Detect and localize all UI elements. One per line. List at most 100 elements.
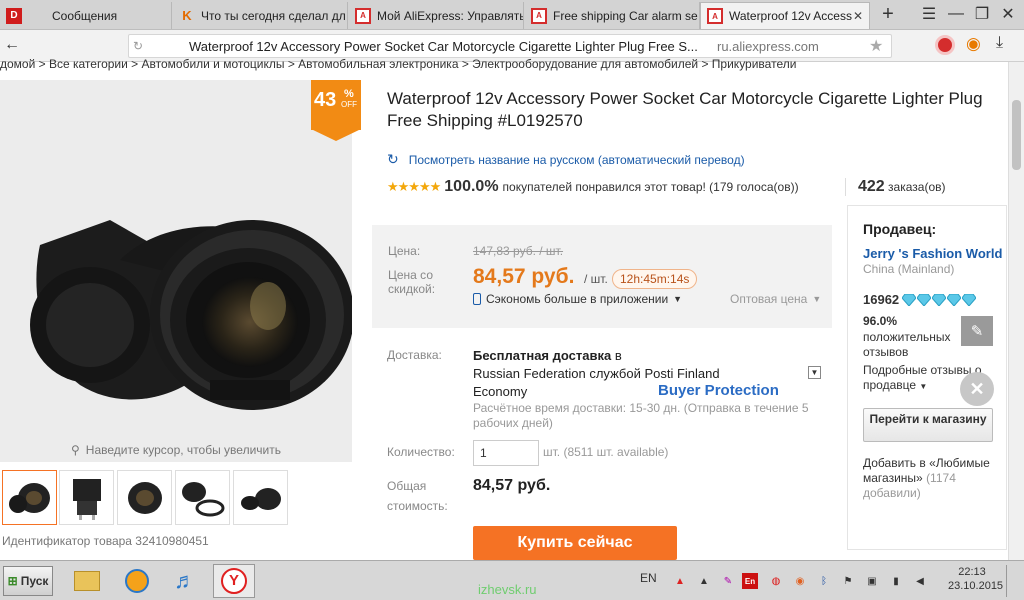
- delivery-time: Расчётное время доставки: 15-30 дн. (Отп…: [473, 401, 809, 430]
- tab-label: Мой AliExpress: Управлять: [377, 8, 524, 23]
- tray-icon-2[interactable]: ▲: [696, 573, 712, 589]
- free-shipping: Бесплатная доставка: [473, 348, 612, 363]
- app-savings-link[interactable]: Сэкономь больше в приложении ▼: [473, 292, 682, 306]
- quantity-available: шт. (8511 шт. available): [543, 445, 669, 459]
- add-favorite-store[interactable]: Добавить в «Любимые магазины» (1174 доба…: [863, 456, 993, 501]
- seller-score: 16962: [863, 292, 900, 307]
- tray-icon-6[interactable]: ◉: [792, 573, 808, 589]
- main-product-image[interactable]: [0, 80, 354, 462]
- bluetooth-icon[interactable]: ᛒ: [816, 573, 832, 589]
- start-button[interactable]: ⊞ Пуск: [3, 566, 53, 596]
- taskbar: ⊞ Пуск ♬ Y izhevsk.ru EN ▲ ▲ ✎ En ◍ ◉ ᛒ ⚑…: [0, 560, 1024, 600]
- network-icon[interactable]: ▮: [888, 573, 904, 589]
- tray-icon-5[interactable]: ◍: [768, 573, 784, 589]
- dnevnik-favicon-icon: D: [6, 7, 22, 24]
- tab-car-alarm[interactable]: A Free shipping Car alarm se: [525, 2, 700, 29]
- page-scrollbar[interactable]: [1008, 62, 1024, 560]
- seller-name[interactable]: Jerry 's Fashion World: [863, 246, 1002, 261]
- close-tab-icon[interactable]: ✕: [853, 9, 863, 23]
- clock[interactable]: 22:13 23.10.2015: [948, 565, 1003, 593]
- translate-text: Посмотреть название на русском (автомати…: [408, 152, 745, 167]
- language-indicator[interactable]: EN: [640, 571, 657, 585]
- total-price: 84,57 руб.: [473, 477, 551, 494]
- watermark: izhevsk.ru: [478, 582, 537, 597]
- shipping-dropdown-icon[interactable]: ▼: [808, 366, 821, 379]
- tab-messages[interactable]: D Сообщения: [0, 2, 172, 29]
- aliexpress-favicon-icon: A: [355, 7, 371, 24]
- volume-app-icon[interactable]: ♬: [164, 564, 206, 598]
- price-box: Цена: 147,83 руб. / шт. Цена со скидкой:…: [372, 225, 832, 328]
- bell-icon[interactable]: ◉: [966, 34, 981, 54]
- download-icon[interactable]: ⤓: [996, 34, 1003, 52]
- discount-badge-tail: [311, 129, 361, 141]
- restore-icon[interactable]: ❐: [970, 3, 994, 25]
- page-title-in-url: Waterproof 12v Accessory Power Socket Ca…: [189, 39, 698, 54]
- orders-count: 422: [858, 178, 885, 195]
- tray-icon-3[interactable]: ✎: [720, 573, 736, 589]
- url-field[interactable]: ↻ Waterproof 12v Accessory Power Socket …: [128, 34, 892, 58]
- discount-price: 84,57 руб.: [473, 265, 575, 288]
- edit-pencil-icon[interactable]: ✎: [961, 316, 993, 346]
- app-savings-text: Сэкономь больше в приложении: [486, 292, 669, 306]
- thumbnail-1[interactable]: [2, 470, 57, 525]
- minimize-icon[interactable]: —: [944, 3, 968, 25]
- thumbnail-5[interactable]: [233, 470, 288, 525]
- translate-link[interactable]: ↻ Посмотреть название на русском (автома…: [387, 151, 745, 168]
- total-label-1: Общая: [387, 479, 427, 493]
- tab-what-did-you-do[interactable]: K Что ты сегодня сделал дл: [173, 2, 348, 29]
- thumbnail-2[interactable]: [59, 470, 114, 525]
- menu-icon[interactable]: ☰: [917, 3, 941, 25]
- en-language-icon[interactable]: En: [742, 573, 758, 589]
- caret-down-icon: ▼: [919, 382, 928, 391]
- reload-icon[interactable]: ↻: [133, 39, 143, 53]
- discount-percent: 43: [314, 89, 337, 111]
- scrollbar-thumb[interactable]: [1012, 100, 1021, 170]
- shipping-to: в: [614, 348, 622, 363]
- price-unit: / шт.: [584, 272, 608, 286]
- media-player-icon[interactable]: [116, 564, 158, 598]
- buy-now-button[interactable]: Купить сейчас: [473, 526, 677, 560]
- speaker-icon[interactable]: ◀: [912, 573, 928, 589]
- adblock-icon[interactable]: [935, 35, 955, 55]
- rating-percent: 100.0%: [444, 178, 499, 195]
- show-desktop-button[interactable]: [1006, 565, 1020, 597]
- tab-my-aliexpress[interactable]: A Мой AliExpress: Управлять: [349, 2, 524, 29]
- orders-label: заказа(ов): [888, 180, 946, 194]
- back-icon[interactable]: ←: [4, 36, 20, 54]
- shipping-country-service: Russian Federation службой Posti Finland: [473, 366, 720, 381]
- breadcrumb[interactable]: домой > Все категории > Автомобили и мот…: [0, 57, 1008, 71]
- device-icon[interactable]: ▣: [864, 573, 880, 589]
- price-label: Цена:: [388, 244, 421, 258]
- socket-photo: [30, 220, 354, 410]
- zoom-hint-text: Наведите курсор, чтобы увеличить: [85, 443, 281, 457]
- tab-label: Waterproof 12v Access: [729, 9, 852, 23]
- aliexpress-favicon-icon: A: [531, 7, 547, 24]
- seller-heading: Продавец:: [863, 221, 937, 237]
- countdown-timer: 12h:45m:14s: [612, 269, 698, 289]
- close-circle-icon[interactable]: ✕: [960, 372, 994, 406]
- seller-location: China (Mainland): [863, 262, 955, 276]
- tab-bar: D Сообщения K Что ты сегодня сделал дл A…: [0, 0, 1024, 30]
- product-id: Идентификатор товара 32410980451: [2, 534, 209, 548]
- thumbnail-4[interactable]: [175, 470, 230, 525]
- total-label-2: стоимость:: [387, 499, 448, 513]
- translate-icon: ↻: [387, 151, 399, 167]
- go-to-store-button[interactable]: Перейти к магазину: [863, 408, 993, 442]
- yandex-browser-icon[interactable]: Y: [213, 564, 255, 598]
- flag-icon[interactable]: ⚑: [840, 573, 856, 589]
- quantity-label: Количество:: [387, 445, 455, 459]
- divider: [845, 178, 846, 196]
- bookmark-star-icon[interactable]: ★: [869, 36, 883, 56]
- diamond-icon: [917, 293, 932, 306]
- tray-icon-1[interactable]: ▲: [672, 573, 688, 589]
- new-tab-icon[interactable]: +: [876, 3, 900, 25]
- thumbnail-3[interactable]: [117, 470, 172, 525]
- tab-waterproof-active[interactable]: A Waterproof 12v Access ✕: [700, 2, 870, 29]
- diamond-icon: [947, 293, 962, 306]
- seller-positive-label: положительных отзывов: [863, 330, 951, 359]
- explorer-icon[interactable]: [66, 564, 108, 598]
- wholesale-link[interactable]: Оптовая цена ▼: [730, 292, 821, 306]
- close-window-icon[interactable]: ✕: [996, 3, 1020, 25]
- quantity-input[interactable]: 1: [473, 440, 539, 466]
- buyer-protection[interactable]: Buyer Protection: [658, 382, 779, 399]
